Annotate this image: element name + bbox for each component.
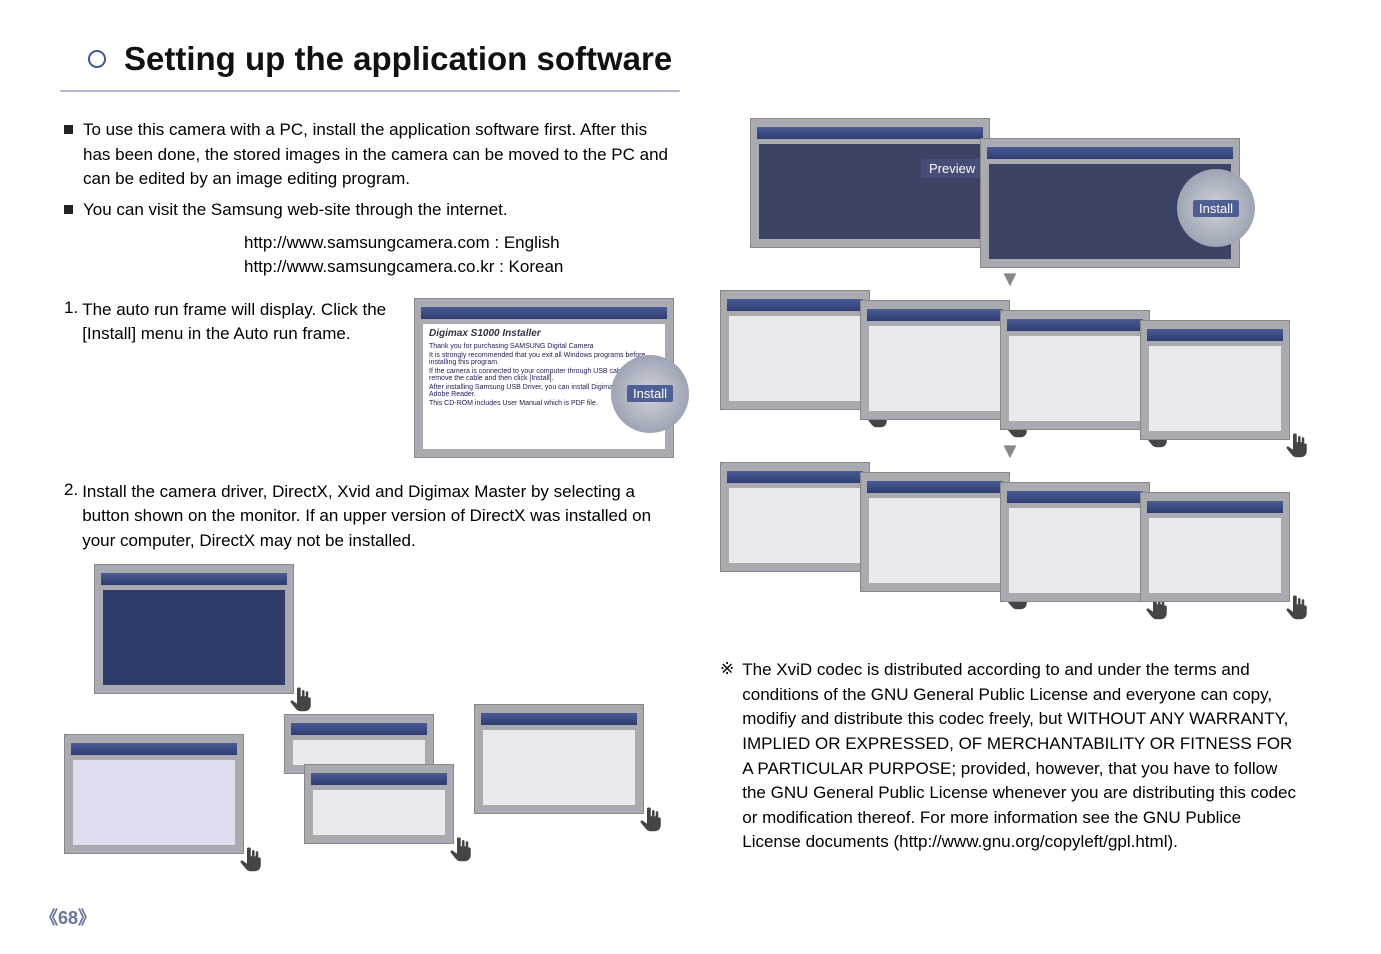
install-bubble: Install: [611, 355, 689, 433]
screenshot-thumb: [1000, 310, 1150, 430]
title-bullet-icon: [88, 50, 106, 68]
hand-cursor-icon: [1283, 593, 1313, 623]
step-number: 2.: [64, 480, 78, 500]
hand-cursor-icon: [447, 835, 477, 865]
hand-cursor-icon: [1283, 431, 1313, 461]
bullet-item: You can visit the Samsung web-site throu…: [64, 198, 674, 223]
screenshot-thumb: [474, 704, 644, 814]
body-text: To use this camera with a PC, install th…: [83, 118, 674, 192]
screenshot-thumb: [860, 472, 1010, 592]
bullet-item: To use this camera with a PC, install th…: [64, 118, 674, 192]
step-text: The auto run frame will display. Click t…: [82, 298, 402, 347]
install-label: Install: [1193, 200, 1239, 217]
installer-bullet: Thank you for purchasing SAMSUNG Digital…: [429, 343, 659, 350]
right-column: Preview Install ▼ ▼: [720, 118, 1300, 855]
screenshot-thumb: [1000, 482, 1150, 602]
hand-cursor-icon: [287, 685, 317, 715]
screenshot-thumb: [94, 564, 294, 694]
page-number: 《68》: [40, 904, 96, 930]
screenshot-thumb: [720, 462, 870, 572]
hand-cursor-icon: [237, 845, 267, 875]
step-row: 1. The auto run frame will display. Clic…: [64, 298, 402, 347]
installer-screenshot: Preview: [750, 118, 990, 248]
page-title: Setting up the application software: [124, 40, 672, 78]
screenshot-thumb: [860, 300, 1010, 420]
screenshot-thumb: [64, 734, 244, 854]
title-underline: [60, 90, 680, 92]
url-english: http://www.samsungcamera.com : English: [244, 231, 674, 256]
step-number: 1.: [64, 298, 78, 318]
hand-cursor-icon: [637, 805, 667, 835]
note-row: ※ The XviD codec is distributed accordin…: [720, 658, 1300, 855]
arrow-down-icon: ▼: [999, 266, 1021, 292]
install-bubble: Install: [1177, 169, 1255, 247]
square-bullet-icon: [64, 205, 73, 214]
installer-screenshot: Digimax S1000 Installer Thank you for pu…: [414, 298, 674, 458]
url-korean: http://www.samsungcamera.co.kr : Korean: [244, 255, 674, 280]
install-label: Install: [627, 385, 673, 402]
installer-title: Digimax S1000 Installer: [429, 328, 659, 339]
screenshot-thumb: [720, 290, 870, 410]
note-marker: ※: [720, 659, 734, 679]
page-title-row: Setting up the application software: [60, 40, 1321, 78]
step-row: 2. Install the camera driver, DirectX, X…: [64, 480, 674, 554]
screenshot-thumb: [304, 764, 454, 844]
preview-label: Preview: [921, 159, 983, 178]
arrow-down-icon: ▼: [999, 438, 1021, 464]
screenshot-thumb: [1140, 492, 1290, 602]
url-block: http://www.samsungcamera.com : English h…: [244, 231, 674, 280]
flow-arrow: ▼: [720, 438, 1300, 464]
flow-arrow: ▼: [720, 266, 1300, 292]
installer-screenshot: Install: [980, 138, 1240, 268]
square-bullet-icon: [64, 125, 73, 134]
note-text: The XviD codec is distributed according …: [742, 658, 1300, 855]
left-column: To use this camera with a PC, install th…: [64, 118, 674, 864]
screenshot-thumb: [1140, 320, 1290, 440]
step-text: Install the camera driver, DirectX, Xvid…: [82, 480, 674, 554]
body-text: You can visit the Samsung web-site throu…: [83, 198, 508, 223]
